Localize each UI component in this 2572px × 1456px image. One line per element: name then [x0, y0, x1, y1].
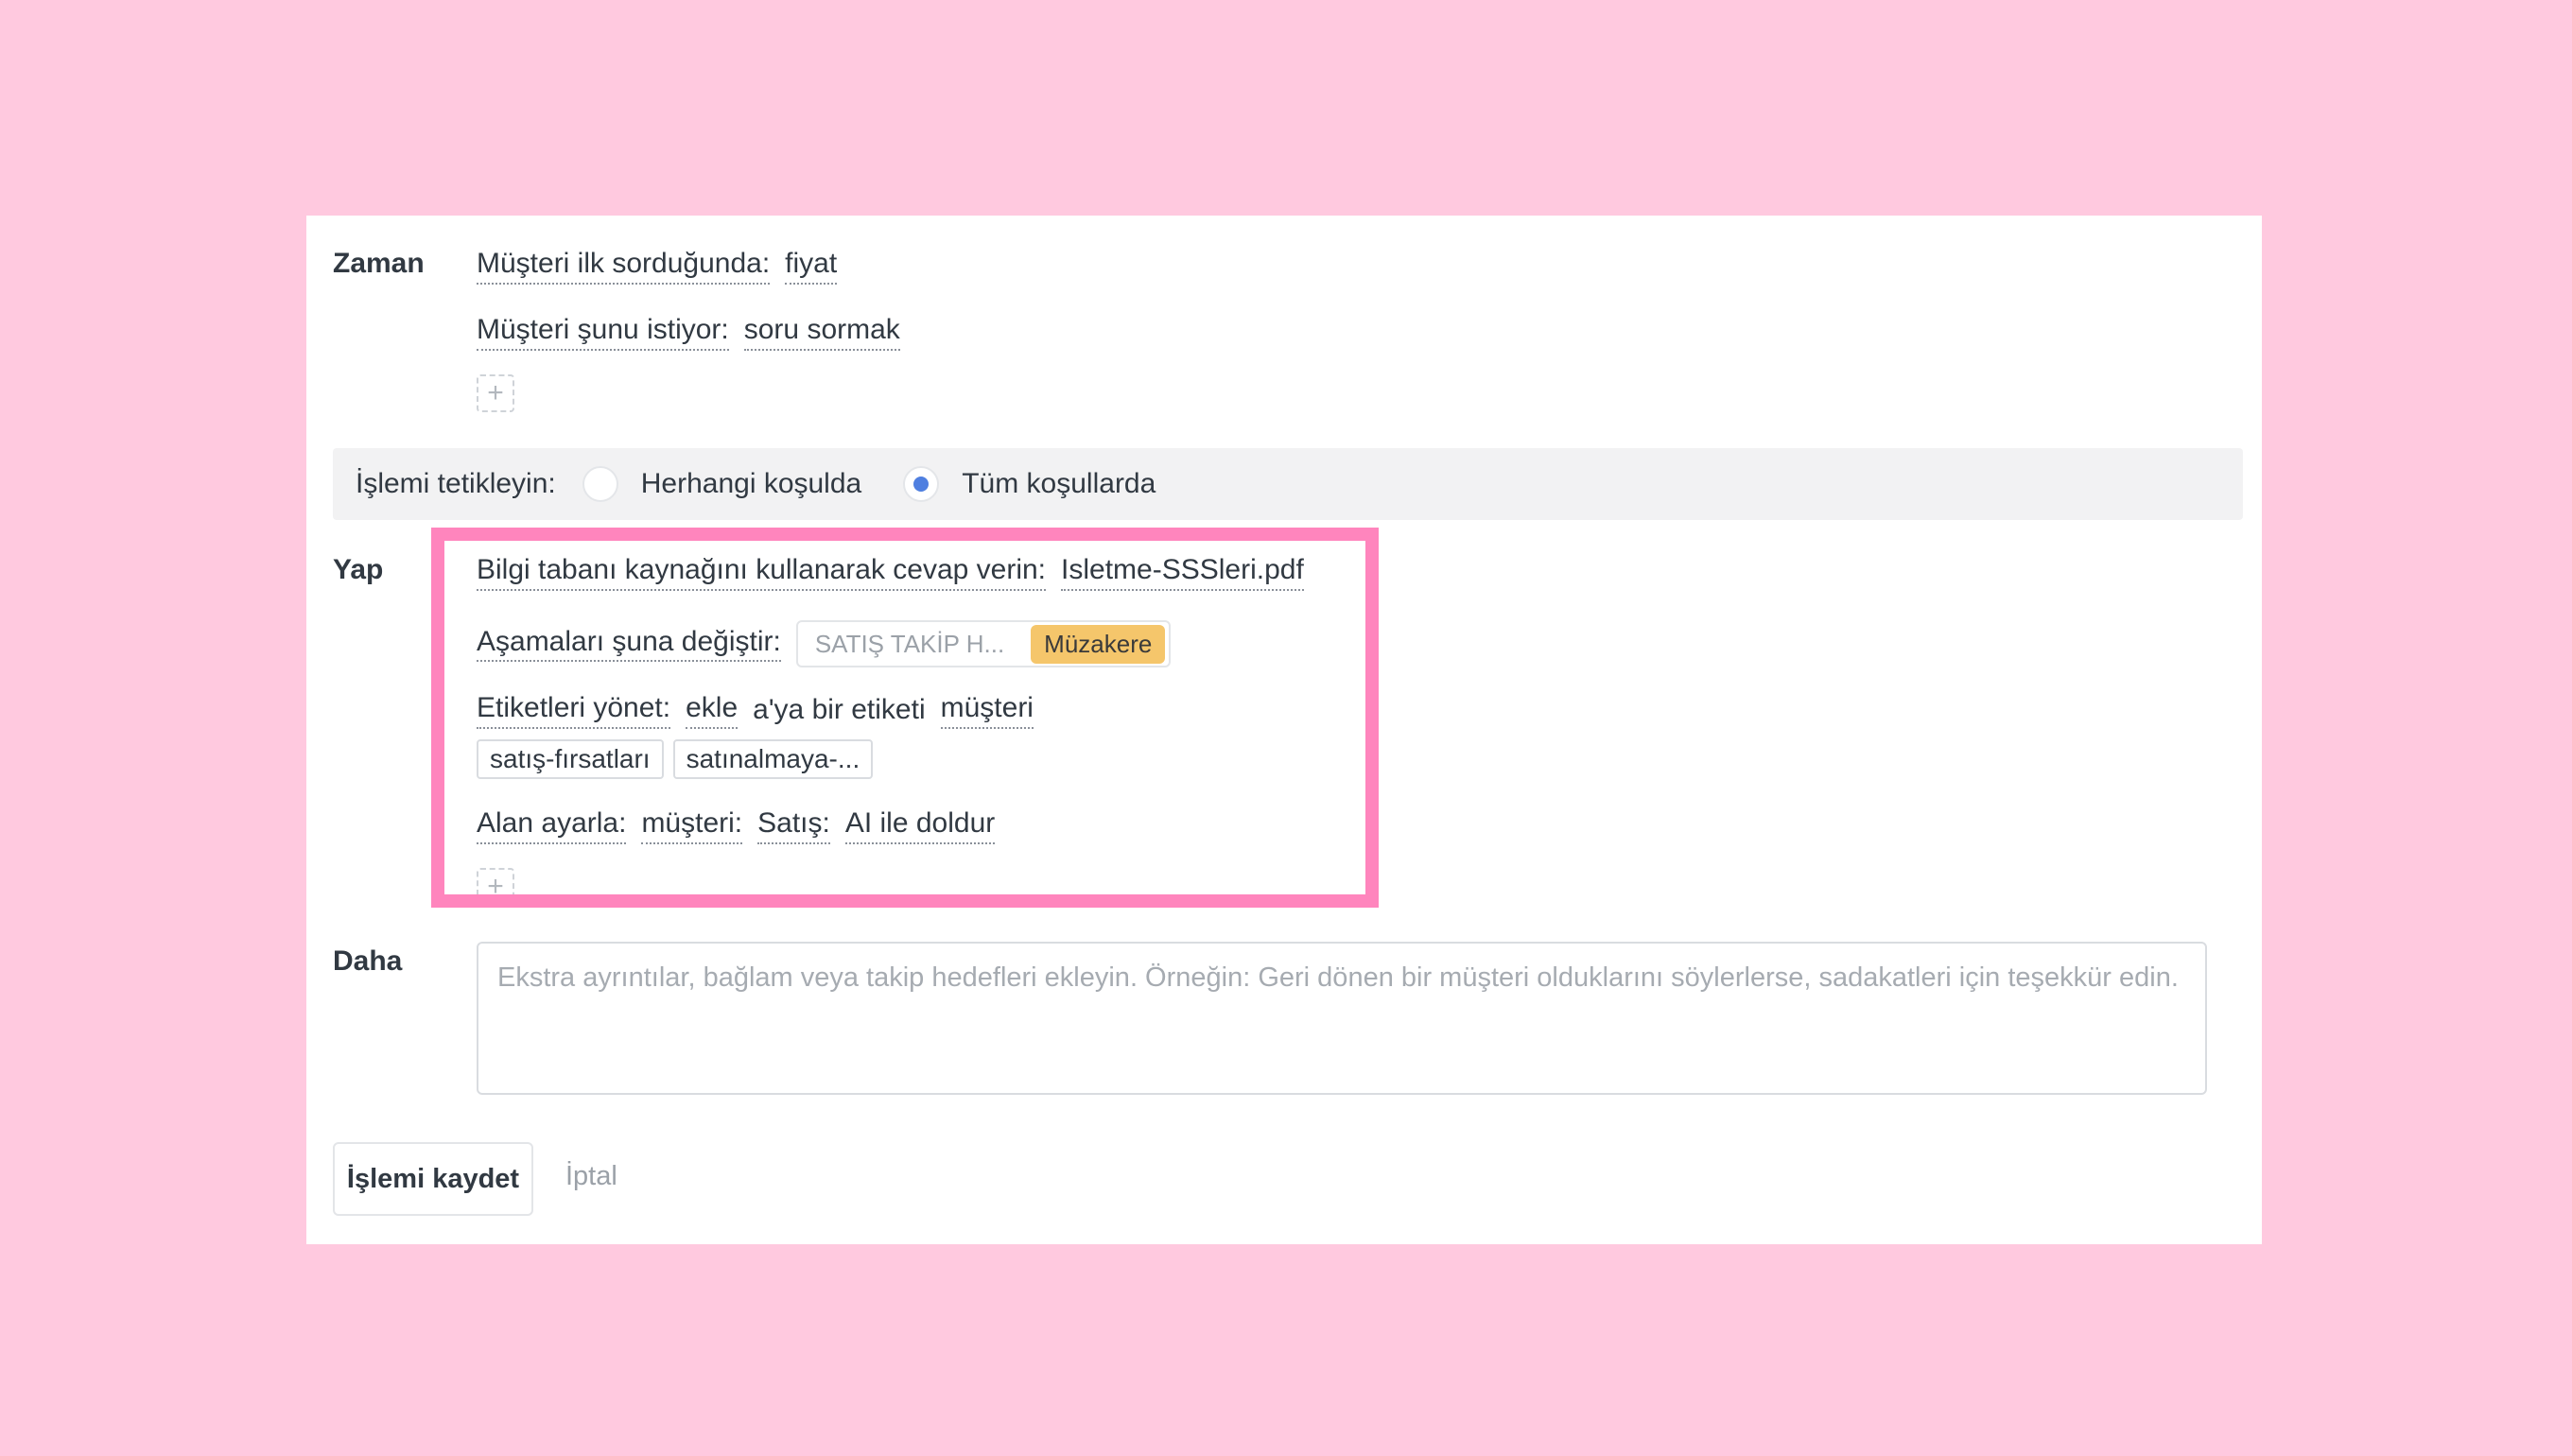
condition-value[interactable]: soru sormak — [743, 314, 900, 351]
add-condition-button[interactable]: + — [477, 374, 514, 412]
radio-all-conditions[interactable] — [903, 466, 940, 502]
condition-key[interactable]: Müşteri şunu istiyor: — [477, 314, 729, 351]
cancel-button[interactable]: İptal — [565, 1161, 617, 1192]
save-action-button[interactable]: İşlemi kaydet — [333, 1142, 533, 1216]
condition-value[interactable]: fiyat — [785, 248, 838, 285]
radio-any-condition-label[interactable]: Herhangi koşulda — [641, 468, 861, 500]
condition-row: Müşteri ilk sorduğunda: fiyat — [477, 248, 838, 285]
more-label: Daha — [333, 945, 403, 977]
condition-row: Müşteri şunu istiyor: soru sormak — [477, 314, 900, 351]
condition-key[interactable]: Müşteri ilk sorduğunda: — [477, 248, 771, 285]
plus-icon: + — [487, 377, 504, 408]
action-editor-panel: Zaman Müşteri ilk sorduğunda: fiyat Müşt… — [306, 216, 2262, 1244]
do-label: Yap — [333, 554, 384, 585]
highlight-frame — [431, 528, 1379, 908]
trigger-row: İşlemi tetikleyin: Herhangi koşulda Tüm … — [333, 448, 2243, 520]
radio-any-condition[interactable] — [582, 466, 618, 502]
extra-details-textarea[interactable]: Ekstra ayrıntılar, bağlam veya takip hed… — [477, 942, 2207, 1095]
when-label: Zaman — [333, 248, 425, 279]
radio-all-conditions-label[interactable]: Tüm koşullarda — [962, 468, 1156, 500]
trigger-label: İşlemi tetikleyin: — [356, 468, 556, 499]
